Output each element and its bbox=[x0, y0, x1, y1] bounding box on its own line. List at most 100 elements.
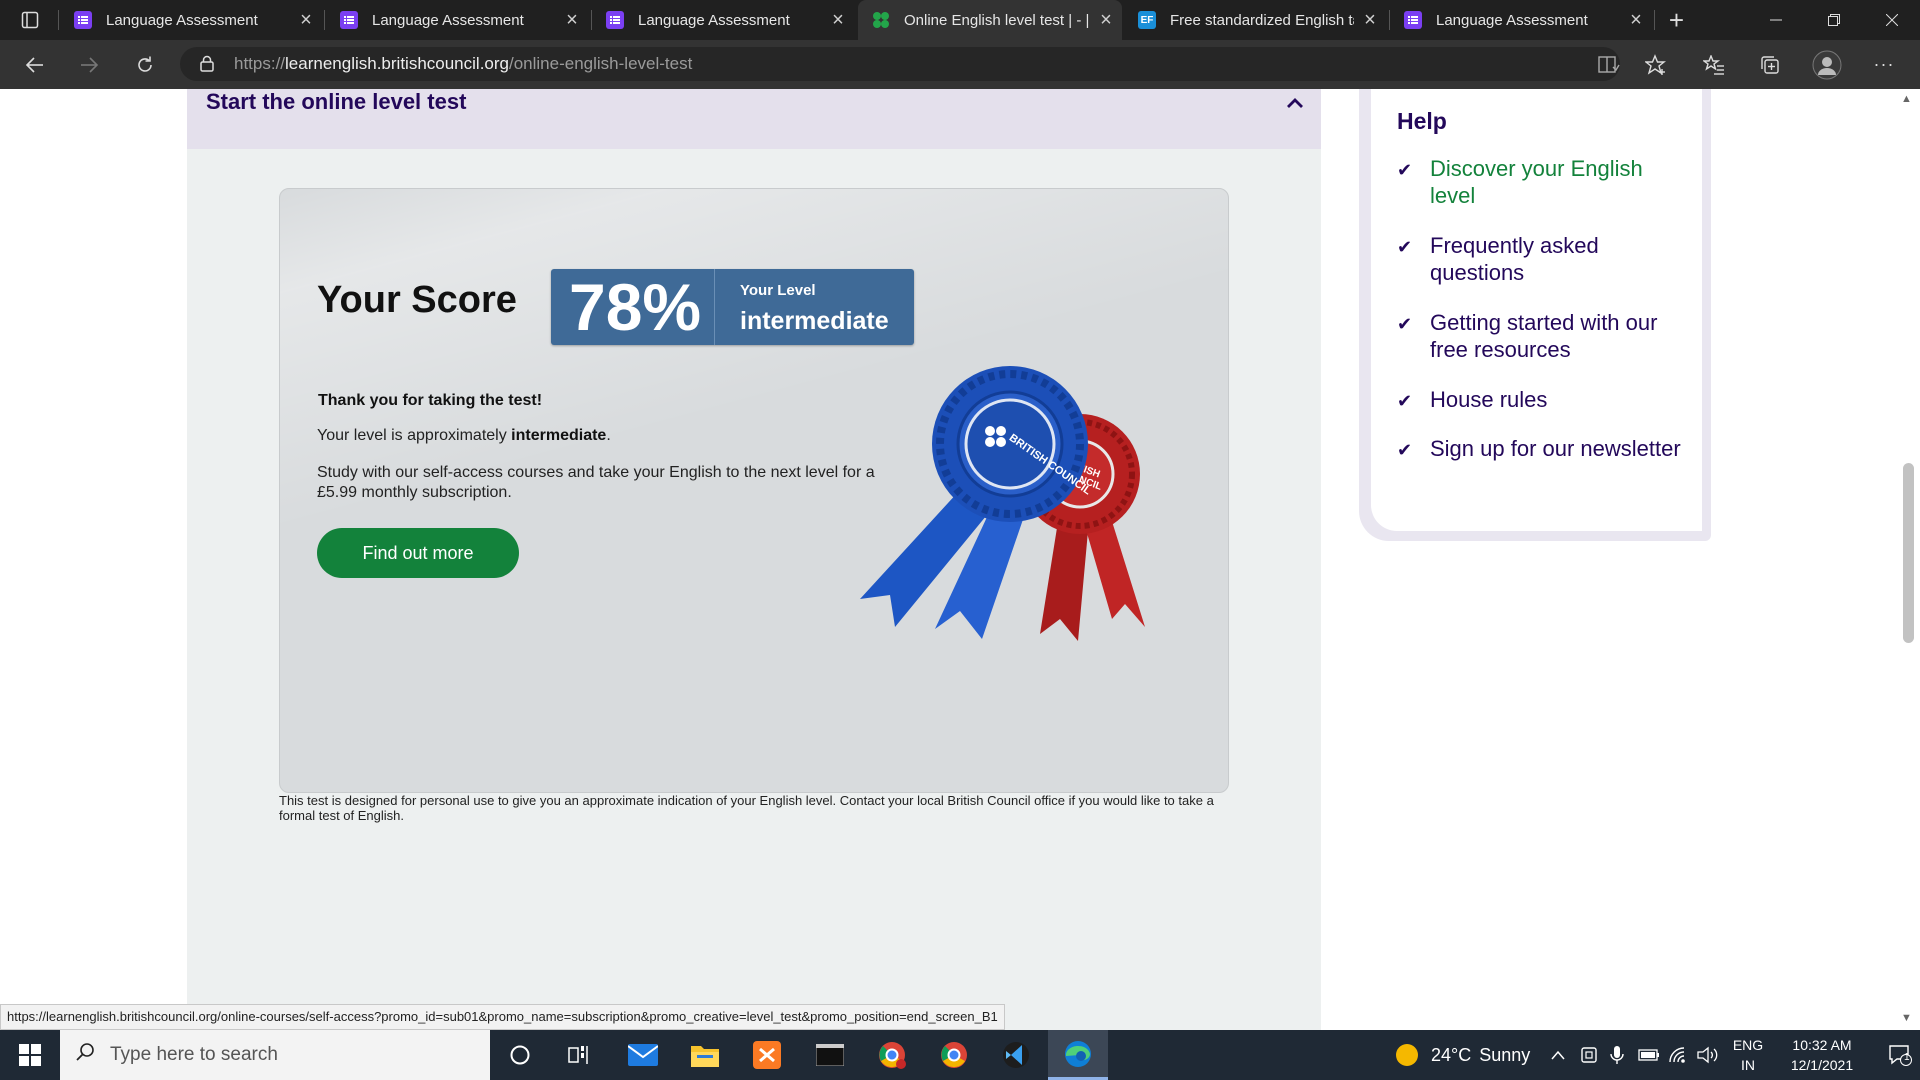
microphone-icon[interactable] bbox=[1610, 1030, 1624, 1080]
score-divider bbox=[714, 269, 715, 345]
restore-icon[interactable] bbox=[1805, 0, 1862, 40]
chrome-icon[interactable] bbox=[924, 1030, 984, 1080]
address-bar[interactable]: https://learnenglish.britishcouncil.org/… bbox=[180, 47, 1620, 81]
ef-icon: EF bbox=[1138, 11, 1156, 29]
forms-icon bbox=[1404, 11, 1422, 29]
windows-start-icon[interactable] bbox=[0, 1030, 60, 1080]
level-sentence-suffix: . bbox=[606, 427, 611, 444]
scrollbar-thumb[interactable] bbox=[1903, 463, 1914, 643]
close-tab-icon[interactable]: × bbox=[1090, 9, 1122, 32]
back-icon[interactable] bbox=[10, 40, 60, 89]
help-item-discover-level[interactable]: ✔ Discover your English level bbox=[1397, 155, 1690, 209]
tab-language-assessment-2[interactable]: Language Assessment × bbox=[326, 0, 588, 40]
weather-desc: Sunny bbox=[1479, 1044, 1531, 1065]
file-explorer-icon[interactable] bbox=[675, 1030, 735, 1080]
tab-language-assessment-4[interactable]: Language Assessment × bbox=[1390, 0, 1652, 40]
tab-title: Free standardized English tε bbox=[1170, 11, 1354, 29]
immersive-reader-icon[interactable] bbox=[1587, 40, 1631, 89]
chevron-up-icon[interactable] bbox=[1279, 89, 1311, 119]
tab-free-standardized-english[interactable]: EF Free standardized English tε × bbox=[1124, 0, 1386, 40]
system-clock[interactable]: 10:32 AM 12/1/2021 bbox=[1772, 1030, 1872, 1080]
help-link[interactable]: Discover your English level bbox=[1430, 155, 1690, 209]
forward-icon[interactable] bbox=[64, 40, 114, 89]
language-code: ENG bbox=[1732, 1037, 1764, 1053]
new-tab-icon[interactable]: + bbox=[1648, 0, 1705, 40]
section-title: Start the online level test bbox=[206, 89, 467, 114]
tab-title: Language Assessment bbox=[372, 11, 524, 29]
close-window-icon[interactable] bbox=[1863, 0, 1920, 40]
add-favorite-icon[interactable] bbox=[1634, 40, 1678, 89]
input-language-indicator[interactable]: ENG IN bbox=[1733, 1030, 1763, 1080]
checkmark-icon: ✔ bbox=[1397, 440, 1413, 460]
tab-actions-icon[interactable] bbox=[8, 0, 52, 40]
help-item-newsletter[interactable]: ✔ Sign up for our newsletter bbox=[1397, 435, 1690, 464]
help-link[interactable]: Sign up for our newsletter bbox=[1430, 435, 1690, 464]
forms-icon bbox=[606, 11, 624, 29]
find-out-more-button[interactable]: Find out more bbox=[317, 528, 519, 578]
page-viewport: Start the online level test Your Score 7… bbox=[0, 89, 1920, 1030]
tab-language-assessment-1[interactable]: Language Assessment × bbox=[60, 0, 322, 40]
checkmark-icon: ✔ bbox=[1397, 314, 1413, 334]
close-tab-icon[interactable]: × bbox=[556, 9, 588, 32]
sun-icon bbox=[1396, 1044, 1418, 1066]
url-text: https://learnenglish.britishcouncil.org/… bbox=[234, 54, 692, 74]
forms-icon bbox=[74, 11, 92, 29]
vscode-icon[interactable] bbox=[986, 1030, 1046, 1080]
disclaimer-text: This test is designed for personal use t… bbox=[279, 793, 1214, 823]
tab-title: Language Assessment bbox=[1436, 11, 1588, 29]
edge-icon[interactable] bbox=[1048, 1030, 1108, 1080]
score-card: Your Score 78% Your Level intermediate T… bbox=[279, 188, 1229, 793]
tab-online-english-level-test[interactable]: Online English level test | - | × bbox=[858, 0, 1122, 40]
study-text: Study with our self-access courses and t… bbox=[317, 464, 875, 501]
weather-widget[interactable]: 24°C Sunny bbox=[1395, 1030, 1530, 1080]
help-item-house-rules[interactable]: ✔ House rules bbox=[1397, 386, 1690, 415]
help-link[interactable]: House rules bbox=[1430, 386, 1690, 415]
scroll-up-icon[interactable]: ▲ bbox=[1901, 93, 1912, 105]
chrome-profile-icon[interactable] bbox=[862, 1030, 922, 1080]
help-link[interactable]: Getting started with our free resources bbox=[1430, 309, 1690, 363]
windows-taskbar: Type here to search 24°C Sunny ENG IN 10… bbox=[0, 1030, 1920, 1080]
help-item-faq[interactable]: ✔ Frequently asked questions bbox=[1397, 232, 1690, 286]
url-path: /online-english-level-test bbox=[509, 54, 693, 73]
show-hidden-icons-icon[interactable] bbox=[1550, 1030, 1566, 1080]
help-panel: Help ✔ Discover your English level ✔ Fre… bbox=[1371, 89, 1702, 531]
search-placeholder: Type here to search bbox=[110, 1044, 278, 1065]
browser-tab-bar: Language Assessment × Language Assessmen… bbox=[0, 0, 1920, 40]
level-test-accordion-header[interactable]: Start the online level test bbox=[187, 89, 1321, 149]
british-council-icon bbox=[872, 11, 890, 29]
tab-language-assessment-3[interactable]: Language Assessment × bbox=[592, 0, 854, 40]
battery-icon[interactable] bbox=[1638, 1030, 1660, 1080]
taskbar-search-box[interactable]: Type here to search bbox=[60, 1030, 490, 1080]
close-tab-icon[interactable]: × bbox=[1354, 9, 1386, 32]
terminal-icon[interactable] bbox=[800, 1030, 860, 1080]
close-tab-icon[interactable]: × bbox=[290, 9, 322, 32]
page-scrollbar[interactable]: ▲ ▼ bbox=[1896, 89, 1920, 1030]
refresh-icon[interactable] bbox=[120, 40, 170, 89]
help-item-getting-started[interactable]: ✔ Getting started with our free resource… bbox=[1397, 309, 1690, 363]
lock-icon bbox=[200, 55, 214, 77]
close-tab-icon[interactable]: × bbox=[822, 9, 854, 32]
more-options-icon[interactable]: ··· bbox=[1862, 40, 1906, 89]
meet-now-icon[interactable] bbox=[1580, 1030, 1598, 1080]
clock-time: 10:32 AM bbox=[1792, 1037, 1852, 1053]
checkmark-icon: ✔ bbox=[1397, 237, 1413, 257]
wifi-icon[interactable] bbox=[1668, 1030, 1688, 1080]
favorites-icon[interactable] bbox=[1692, 40, 1736, 89]
task-view-icon[interactable] bbox=[550, 1030, 610, 1080]
scroll-down-icon[interactable]: ▼ bbox=[1901, 1012, 1912, 1024]
notification-count: 1 bbox=[1904, 1052, 1910, 1063]
profile-avatar[interactable] bbox=[1805, 40, 1849, 89]
collections-icon[interactable] bbox=[1748, 40, 1792, 89]
volume-icon[interactable] bbox=[1697, 1030, 1719, 1080]
main-content: Start the online level test Your Score 7… bbox=[187, 89, 1321, 1030]
mail-icon[interactable] bbox=[613, 1030, 673, 1080]
minimize-icon[interactable] bbox=[1747, 0, 1804, 40]
search-icon bbox=[60, 1042, 110, 1068]
score-box: 78% Your Level intermediate bbox=[551, 269, 914, 345]
notification-center-icon[interactable]: 1 bbox=[1880, 1030, 1920, 1080]
url-prefix: https:// bbox=[234, 54, 286, 73]
help-link[interactable]: Frequently asked questions bbox=[1430, 232, 1690, 286]
cortana-icon[interactable] bbox=[490, 1030, 550, 1080]
rosette-illustration: TISH UNCIL BRITISH COUNCIL bbox=[860, 366, 1145, 641]
xampp-icon[interactable] bbox=[737, 1030, 797, 1080]
